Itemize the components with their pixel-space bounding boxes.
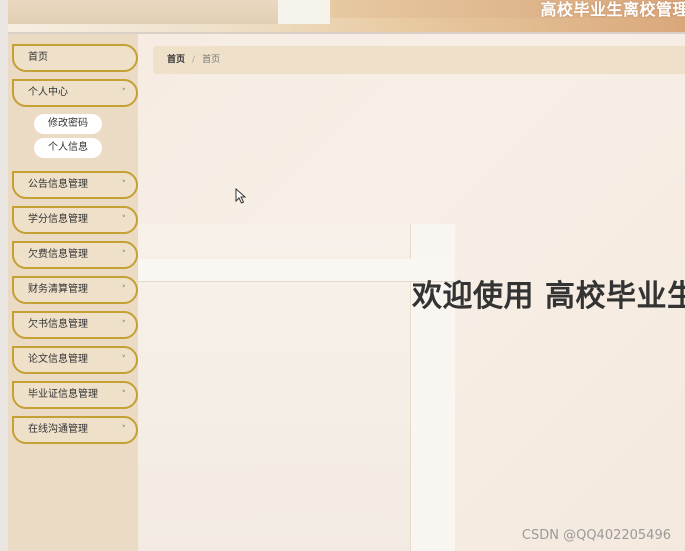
chevron-down-icon: ˅ bbox=[121, 215, 127, 225]
chevron-down-icon: ˅ bbox=[121, 425, 127, 435]
sidebar-item-label: 毕业证信息管理 bbox=[28, 389, 98, 400]
sidebar-item-label: 个人中心 bbox=[28, 87, 68, 98]
header-decor-left bbox=[8, 0, 278, 24]
header-decor-middle bbox=[278, 0, 330, 24]
top-header: 高校毕业生离校管理 bbox=[8, 0, 685, 34]
sidebar-item-label: 公告信息管理 bbox=[28, 179, 88, 190]
sidebar-item-label: 学分信息管理 bbox=[28, 214, 88, 225]
sidebar-item-label: 欠书信息管理 bbox=[28, 319, 88, 330]
main-content: 首页 / 首页 欢迎使用 高校毕业生 CSDN @QQ402205496 bbox=[138, 34, 685, 551]
breadcrumb: 首页 / 首页 bbox=[153, 46, 685, 74]
sidebar-menu: 首页 个人中心 ˅ 修改密码 个人信息 公告信息管理 ˅ 学分信息管理 ˅ 欠费… bbox=[8, 34, 138, 551]
breadcrumb-separator: / bbox=[192, 55, 196, 65]
submenu-item-change-password[interactable]: 修改密码 bbox=[34, 114, 102, 134]
sidebar-item-personal-center[interactable]: 个人中心 ˅ bbox=[12, 79, 138, 107]
sidebar-item-book-debt-management[interactable]: 欠书信息管理 ˅ bbox=[12, 311, 138, 339]
site-title: 高校毕业生离校管理 bbox=[540, 0, 685, 19]
sidebar-item-thesis-management[interactable]: 论文信息管理 ˅ bbox=[12, 346, 138, 374]
watermark: CSDN @QQ402205496 bbox=[521, 528, 671, 543]
chevron-down-icon: ˅ bbox=[121, 285, 127, 295]
sidebar-item-label: 欠费信息管理 bbox=[28, 249, 88, 260]
chevron-down-icon: ˅ bbox=[121, 320, 127, 330]
chevron-down-icon: ˅ bbox=[121, 180, 127, 190]
submenu-item-personal-info[interactable]: 个人信息 bbox=[34, 138, 102, 158]
sidebar-item-finance-settlement[interactable]: 财务清算管理 ˅ bbox=[12, 276, 138, 304]
chevron-down-icon: ˅ bbox=[121, 355, 127, 365]
sidebar-item-arrears-management[interactable]: 欠费信息管理 ˅ bbox=[12, 241, 138, 269]
sidebar-item-label: 首页 bbox=[28, 52, 48, 63]
chevron-down-icon: ˅ bbox=[121, 250, 127, 260]
sidebar-item-credit-management[interactable]: 学分信息管理 ˅ bbox=[12, 206, 138, 234]
background-decor-frame-horizontal bbox=[138, 259, 454, 282]
sidebar-item-label: 在线沟通管理 bbox=[28, 424, 88, 435]
welcome-heading: 欢迎使用 高校毕业生 bbox=[412, 279, 685, 314]
sidebar-item-diploma-management[interactable]: 毕业证信息管理 ˅ bbox=[12, 381, 138, 409]
sidebar-item-home[interactable]: 首页 bbox=[12, 44, 138, 72]
sidebar-item-label: 论文信息管理 bbox=[28, 354, 88, 365]
mouse-pointer-icon bbox=[235, 188, 247, 204]
sidebar-item-label: 财务清算管理 bbox=[28, 284, 88, 295]
breadcrumb-home-link[interactable]: 首页 bbox=[167, 55, 185, 65]
background-window-strip bbox=[0, 0, 8, 551]
breadcrumb-current: 首页 bbox=[202, 55, 221, 65]
chevron-down-icon: ˅ bbox=[121, 390, 127, 400]
chevron-down-icon: ˅ bbox=[121, 88, 127, 98]
sidebar-item-notice-management[interactable]: 公告信息管理 ˅ bbox=[12, 171, 138, 199]
sidebar-item-online-chat-management[interactable]: 在线沟通管理 ˅ bbox=[12, 416, 138, 444]
